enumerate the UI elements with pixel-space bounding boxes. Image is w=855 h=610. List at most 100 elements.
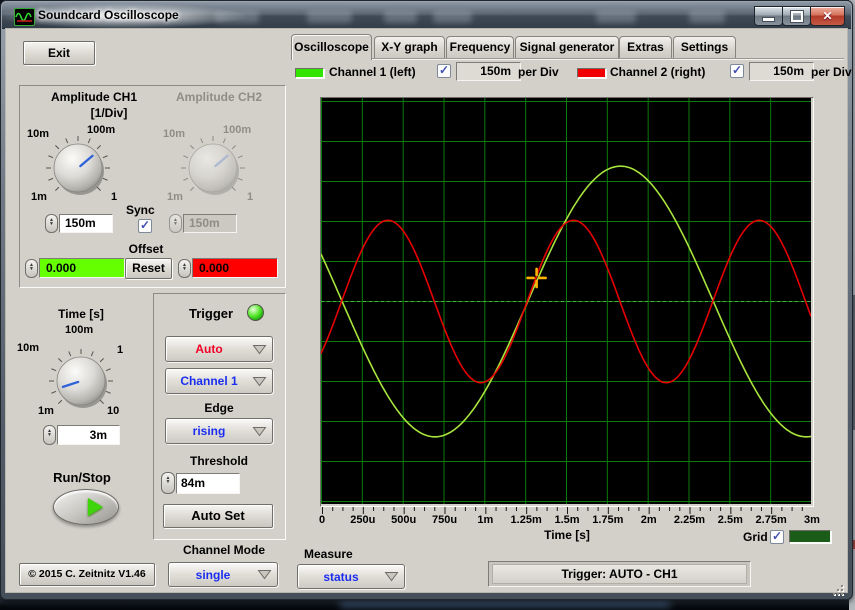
amp-ch2-stepper[interactable]: ▲▼ xyxy=(169,214,182,233)
amplitude-ch2-title: Amplitude CH2 xyxy=(159,90,279,104)
background-window-artifact xyxy=(215,11,259,23)
x-tick-label: 500u xyxy=(391,514,416,526)
dropdown-arrow-icon xyxy=(257,569,272,580)
play-icon xyxy=(88,498,103,516)
sync-label: Sync xyxy=(126,203,155,217)
measure-dropdown[interactable]: status xyxy=(297,564,405,589)
trigger-edge-value: rising xyxy=(166,424,252,438)
grid-checkbox[interactable]: ✓ xyxy=(770,530,784,544)
x-tick-label: 2.5m xyxy=(718,514,743,526)
x-tick-label: 1.25m xyxy=(511,514,542,526)
trigger-mode-dropdown[interactable]: Auto xyxy=(165,336,273,362)
offset-ch2-field[interactable]: 0.000 xyxy=(192,258,278,278)
amp2-scale-100m: 100m xyxy=(223,124,251,136)
time-scale-100m: 100m xyxy=(65,324,93,336)
x-tick-label: 2.25m xyxy=(674,514,705,526)
background-window-artifact xyxy=(307,11,352,23)
amplitude-ch1-knob[interactable] xyxy=(43,133,113,203)
amp1-scale-1: 1 xyxy=(111,191,117,203)
exit-button[interactable]: Exit xyxy=(23,41,95,65)
autoset-button[interactable]: Auto Set xyxy=(163,504,273,528)
time-scale-1: 1 xyxy=(117,344,123,356)
x-tick-label: 1m xyxy=(477,514,493,526)
dropdown-arrow-icon xyxy=(252,426,267,437)
threshold-stepper[interactable]: ▲▼ xyxy=(161,472,175,494)
run-stop-button[interactable] xyxy=(53,489,119,525)
tab-settings[interactable]: Settings xyxy=(673,36,736,58)
scope-plot[interactable] xyxy=(321,98,811,504)
app-icon xyxy=(14,8,35,26)
channel1-color-swatch xyxy=(295,68,324,78)
close-icon: ✕ xyxy=(822,9,832,23)
maximize-button[interactable] xyxy=(782,6,811,26)
channel1-enable-checkbox[interactable]: ✓ xyxy=(437,64,451,78)
threshold-value-field[interactable]: 84m xyxy=(176,473,240,494)
x-tick-label: 1.75m xyxy=(592,514,623,526)
tab-frequency[interactable]: Frequency xyxy=(446,36,514,58)
tab-strip-line xyxy=(291,58,844,60)
x-tick-label: 750u xyxy=(432,514,457,526)
trigger-edge-dropdown[interactable]: rising xyxy=(165,418,273,444)
time-knob[interactable] xyxy=(46,346,116,416)
background-window-artifact xyxy=(384,11,417,23)
tab-signal-generator[interactable]: Signal generator xyxy=(515,36,619,58)
channel-mode-dropdown[interactable]: single xyxy=(168,562,278,587)
minimize-button[interactable] xyxy=(754,6,783,26)
channel2-color-swatch xyxy=(577,68,606,78)
trigger-led xyxy=(247,304,264,321)
x-axis-labels: 0250u500u750u1m1.25m1.5m1.75m2m2.25m2.5m… xyxy=(322,514,812,527)
tab-extras[interactable]: Extras xyxy=(619,36,672,58)
time-value-field[interactable]: 3m xyxy=(57,425,120,445)
trigger-group xyxy=(153,293,286,540)
offset-ch1-field[interactable]: 0.000 xyxy=(39,258,125,278)
resize-grip[interactable] xyxy=(832,585,845,596)
background-window-artifact xyxy=(689,11,725,23)
channel1-label: Channel 1 (left) xyxy=(329,65,416,79)
trigger-source-dropdown[interactable]: Channel 1 xyxy=(165,368,273,394)
time-stepper[interactable]: ▲▼ xyxy=(43,425,56,445)
trigger-title: Trigger xyxy=(189,306,233,321)
x-tick-label: 0 xyxy=(319,514,325,526)
time-title: Time [s] xyxy=(47,307,115,321)
amp1-scale-100m: 100m xyxy=(87,124,115,136)
time-scale-10m: 10m xyxy=(17,342,39,354)
reset-button[interactable]: Reset xyxy=(125,258,172,279)
edge-label: Edge xyxy=(197,401,241,415)
offset-label: Offset xyxy=(121,242,171,256)
amp1-scale-1m: 1m xyxy=(31,191,47,203)
offset-ch1-stepper[interactable]: ▲▼ xyxy=(25,259,38,278)
sync-checkbox[interactable]: ✓ xyxy=(138,219,152,233)
amplitude-unit-label: [1/Div] xyxy=(59,106,159,120)
maximize-icon xyxy=(791,11,803,22)
grid-color-swatch[interactable] xyxy=(789,530,831,543)
grid-label: Grid xyxy=(743,530,768,544)
offset-ch2-stepper[interactable]: ▲▼ xyxy=(178,259,191,278)
background-window-artifact xyxy=(596,11,636,23)
copyright-button[interactable]: © 2015 C. Zeitnitz V1.46 xyxy=(19,563,155,586)
amplitude-ch2-knob[interactable] xyxy=(178,133,248,203)
x-tick-label: 3m xyxy=(804,514,820,526)
minimize-icon xyxy=(762,17,775,22)
x-tick-label: 1.5m xyxy=(554,514,579,526)
trigger-status-text: Trigger: AUTO - CH1 xyxy=(492,564,747,584)
amp-ch2-value-field[interactable]: 150m xyxy=(183,214,237,233)
amp1-scale-10m: 10m xyxy=(27,128,49,140)
background-window-artifact xyxy=(433,11,472,23)
amplitude-ch1-title: Amplitude CH1 xyxy=(27,90,161,104)
amp-ch1-stepper[interactable]: ▲▼ xyxy=(45,214,58,233)
x-tick-label: 2.75m xyxy=(756,514,787,526)
tab-xy-graph[interactable]: X-Y graph xyxy=(374,36,445,58)
tab-oscilloscope[interactable]: Oscilloscope xyxy=(291,34,372,60)
x-axis-title: Time [s] xyxy=(521,528,613,542)
amp2-scale-1m: 1m xyxy=(167,191,183,203)
amp2-scale-10m: 10m xyxy=(163,128,185,140)
amp2-scale-1: 1 xyxy=(247,191,253,203)
amp-ch1-value-field[interactable]: 150m xyxy=(59,214,113,233)
channel1-per-div-field[interactable]: 150m xyxy=(456,62,521,81)
x-tick-label: 250u xyxy=(350,514,375,526)
channel2-per-div-field[interactable]: 150m xyxy=(749,62,814,81)
channel2-enable-checkbox[interactable]: ✓ xyxy=(730,64,744,78)
titlebar[interactable]: Soundcard Oscilloscope ✕ xyxy=(2,2,851,29)
channel1-per-div-label: per Div xyxy=(518,65,559,79)
close-button[interactable]: ✕ xyxy=(810,6,845,26)
